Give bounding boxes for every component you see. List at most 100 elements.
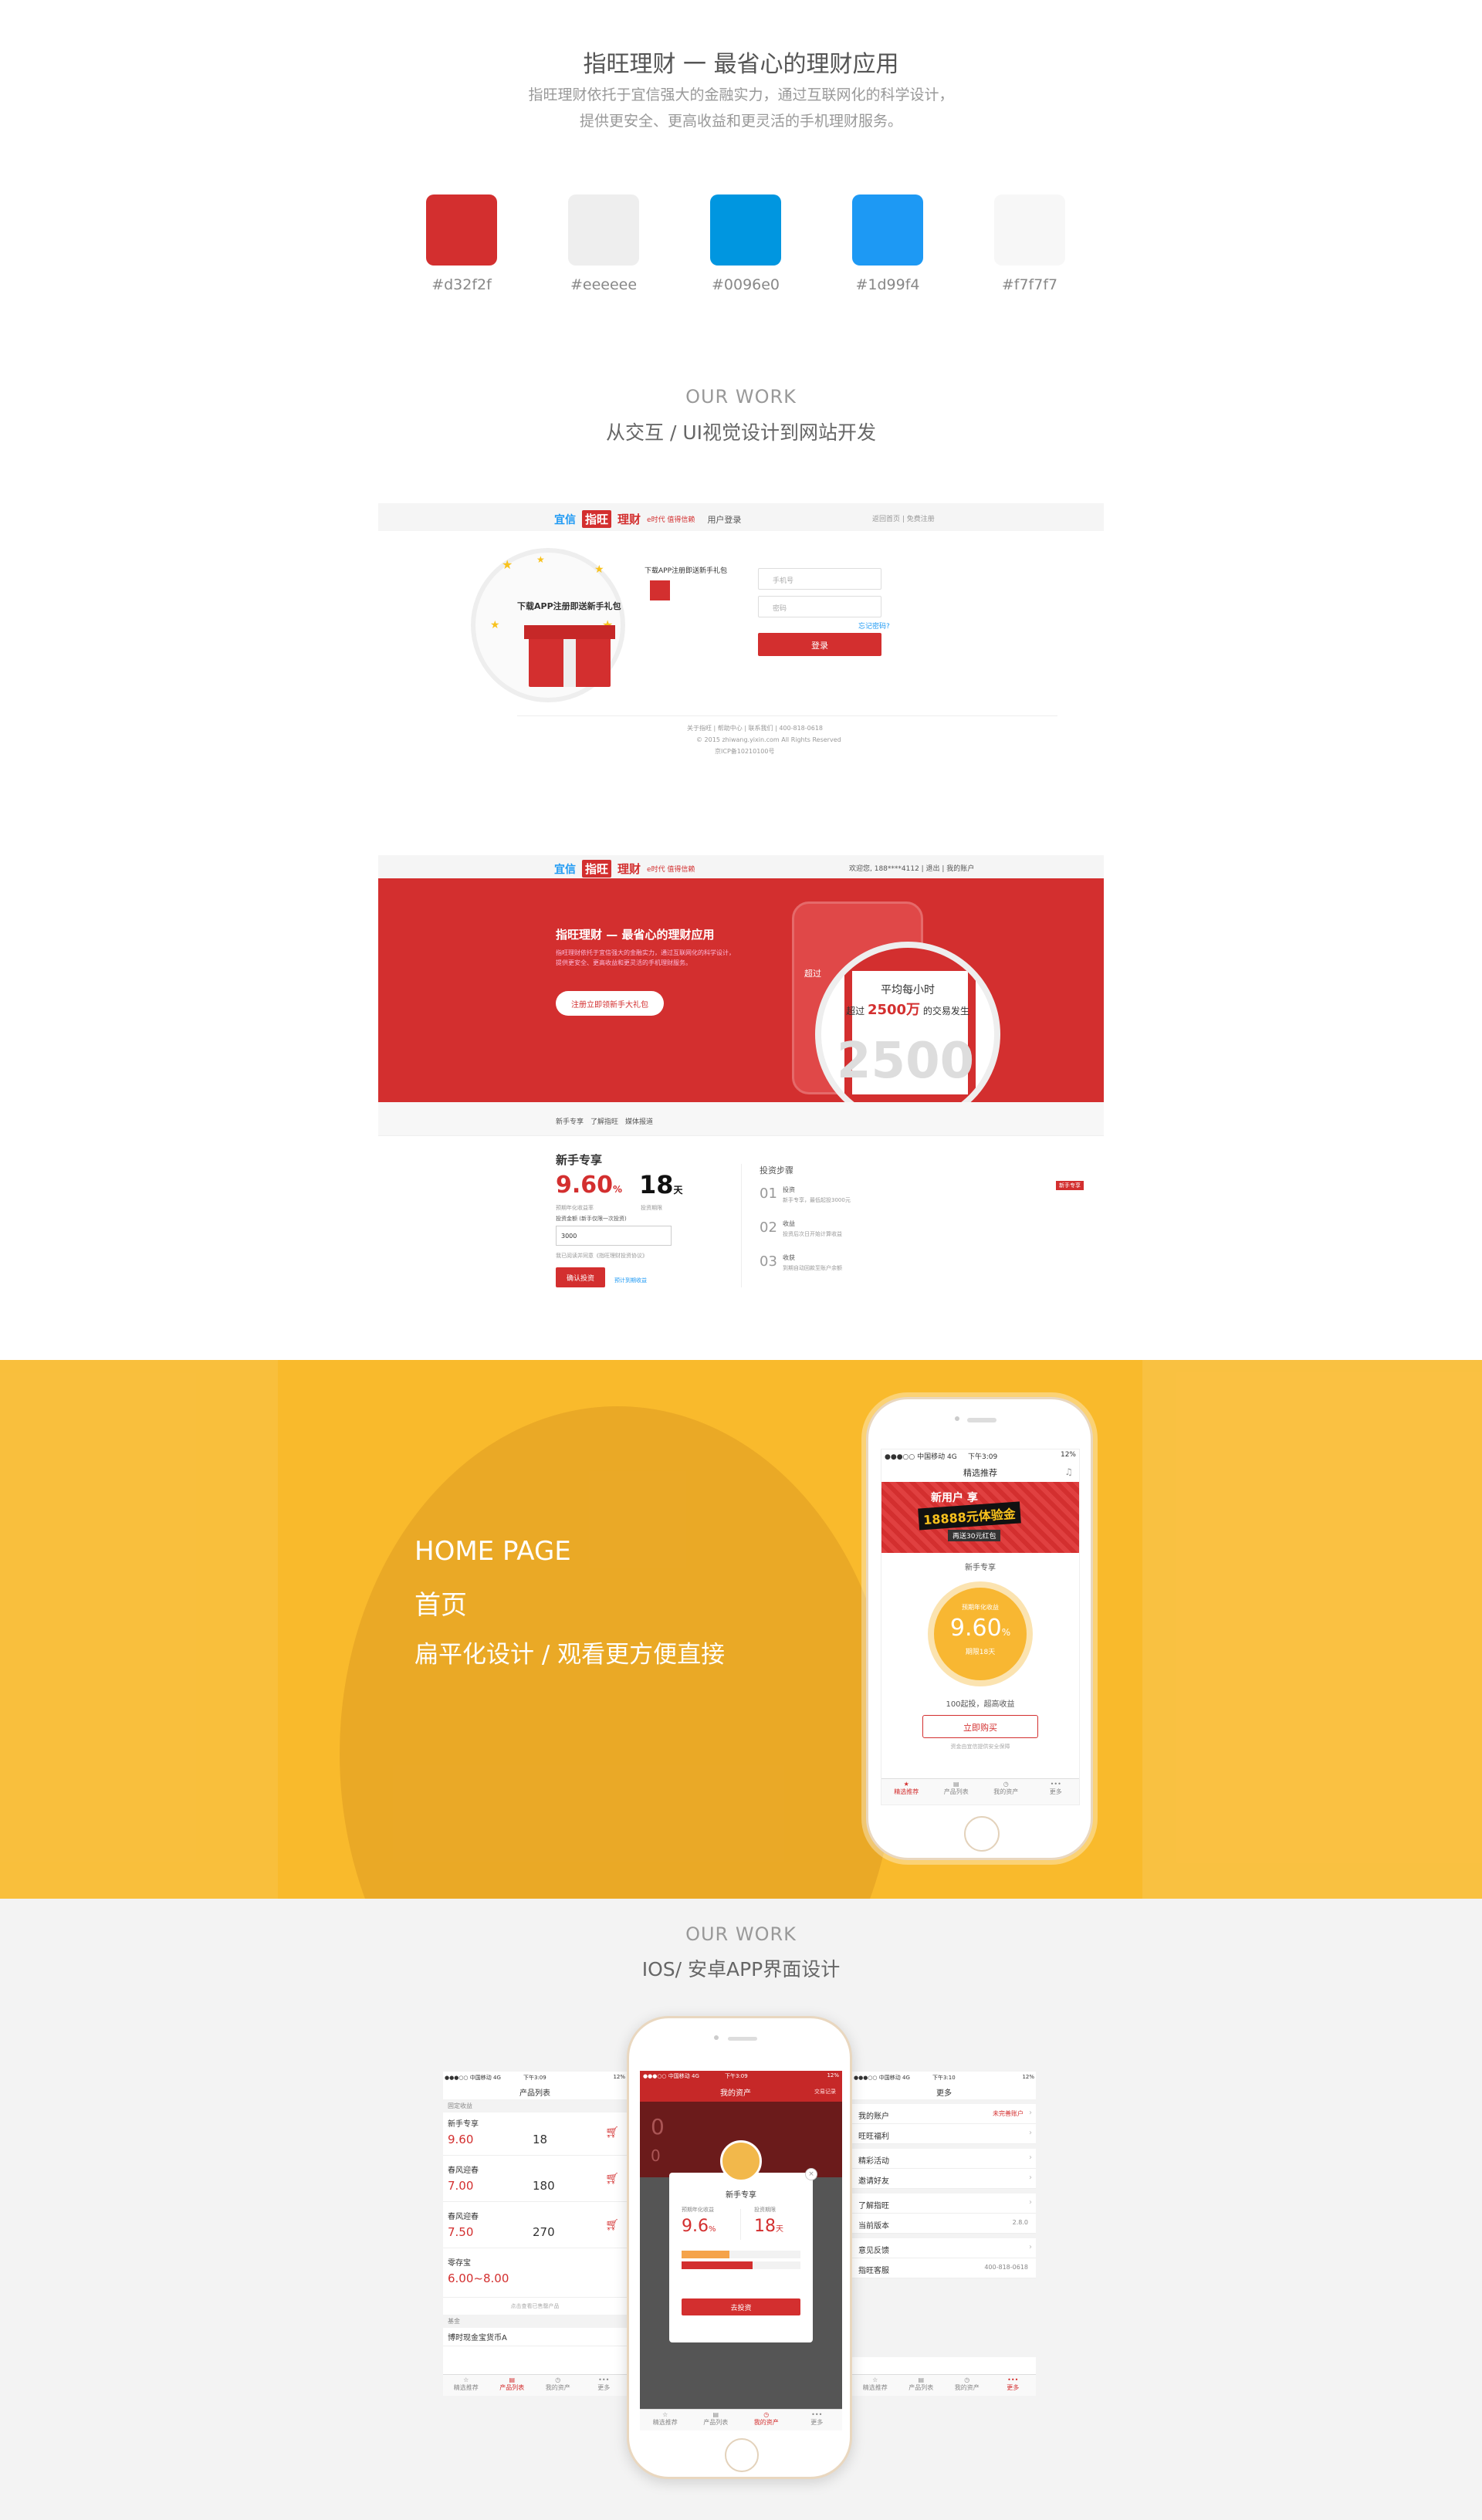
- tab-more[interactable]: ••• 更多: [581, 2375, 628, 2392]
- tab-assets[interactable]: ◷ 我的资产: [741, 2410, 792, 2427]
- tab-featured[interactable]: ☆ 精选推荐: [852, 2375, 898, 2392]
- product-name: 春风迎春: [448, 2213, 479, 2221]
- menu-item-account[interactable]: 我的账户 未完善账户 ›: [852, 2104, 1036, 2124]
- tab-more[interactable]: ••• 更多: [792, 2410, 843, 2427]
- tab-assets[interactable]: ◷ 我的资产: [981, 1779, 1031, 1796]
- gift-pack-button[interactable]: 注册立即领新手大礼包: [556, 991, 664, 1016]
- menu-item-feedback[interactable]: 意见反馈 ›: [852, 2238, 1036, 2258]
- small-gift-icon: [650, 580, 670, 600]
- clock: 下午3:09: [725, 2073, 748, 2079]
- tab-products[interactable]: ▤ 产品列表: [932, 1779, 982, 1796]
- records-link[interactable]: 交易记录: [814, 2088, 836, 2095]
- cart-icon[interactable]: 🛒︎: [605, 2126, 619, 2139]
- promo-banner[interactable]: 新用户 享 18888元体验金 再送30元红包: [881, 1482, 1079, 1553]
- progress-bar-1: [682, 2251, 800, 2258]
- product-row[interactable]: 春风迎春 7.00 180 🛒︎: [443, 2159, 627, 2202]
- more-icon: •••: [1007, 2376, 1019, 2383]
- hero-subtitle: 扁平化设计 / 观看更方便直接: [414, 1641, 726, 1669]
- hero-phone-screen: ●●●○○ 中国移动 4G 下午3:09 12% 精选推荐 ♫ 新用户 享 18…: [881, 1449, 1080, 1805]
- tab-assets[interactable]: ◷ 我的资产: [944, 2375, 990, 2392]
- tab-products[interactable]: ▤ 产品列表: [489, 2375, 536, 2392]
- popup-term-value: 18: [754, 2217, 776, 2236]
- fund-row[interactable]: 博时现金宝货币A: [443, 2328, 627, 2346]
- product-row[interactable]: 零存宝 6.00~8.00: [443, 2251, 627, 2298]
- yixin-logo: 宜信: [554, 513, 576, 526]
- login-button[interactable]: 登录: [758, 633, 881, 656]
- safety-note: 资金由宜信提供安全保障: [950, 1744, 1010, 1750]
- menu-item-welfare[interactable]: 旺旺福利 ›: [852, 2124, 1036, 2144]
- tab-products[interactable]: ▤ 产品列表: [691, 2410, 742, 2427]
- cart-icon[interactable]: 🛒︎: [605, 2173, 619, 2185]
- cart-icon[interactable]: 🛒︎: [605, 2219, 619, 2231]
- popup-rate: 9.6%: [682, 2217, 716, 2236]
- background-window-right: [1142, 1360, 1482, 1899]
- agree-checkbox[interactable]: 我已阅读并同意《指旺理财投资协议》: [556, 1252, 648, 1260]
- color-swatch-1: #d32f2f: [426, 194, 497, 293]
- menu-item-service[interactable]: 指旺客服 400-818-0618: [852, 2258, 1036, 2278]
- menu-item-invite[interactable]: 邀请好友 ›: [852, 2169, 1036, 2189]
- product-row[interactable]: 新手专享 9.60 18 🛒︎: [443, 2112, 627, 2156]
- close-icon[interactable]: ×: [805, 2168, 817, 2180]
- chevron-right-icon: ›: [1029, 2173, 1032, 2182]
- menu-item-version: 当前版本 2.8.0: [852, 2214, 1036, 2234]
- sub-nav-item-2[interactable]: 了解指旺: [590, 1116, 618, 1126]
- go-invest-button[interactable]: 去投资: [682, 2298, 800, 2315]
- menu-label: 邀请好友: [858, 2177, 889, 2186]
- sold-out-link[interactable]: 点击查看已售罄产品: [443, 2298, 627, 2315]
- product-name: 零存宝: [448, 2259, 471, 2268]
- bell-icon[interactable]: ♫: [1064, 1466, 1073, 1477]
- home-page-hero: HOME PAGE 首页 扁平化设计 / 观看更方便直接 ●●●○○ 中国移动 …: [0, 1360, 1482, 1899]
- star-icon: ★: [594, 563, 604, 576]
- product-row[interactable]: 春风迎春 7.50 270 🛒︎: [443, 2205, 627, 2248]
- rate-unit: %: [613, 1184, 623, 1195]
- newbie-rate: 9.60%: [556, 1172, 622, 1199]
- footer-divider: [517, 715, 1057, 716]
- phone-input[interactable]: 手机号: [758, 568, 881, 590]
- menu-item-about[interactable]: 了解指旺 ›: [852, 2194, 1036, 2214]
- star-icon: ☆: [872, 2376, 878, 2383]
- step-number: 01: [760, 1186, 777, 1202]
- footer-links[interactable]: 关于指旺 | 帮助中心 | 联系我们 | 400-818-0618: [687, 724, 823, 732]
- menu-label: 意见反馈: [858, 2247, 889, 2255]
- popup-term-label: 投资期限: [754, 2207, 776, 2213]
- home-button[interactable]: [964, 1816, 1000, 1852]
- top-links[interactable]: 返回首页 | 免费注册: [872, 513, 935, 523]
- menu-label: 精彩活动: [858, 2157, 889, 2166]
- menu-label: 了解指旺: [858, 2202, 889, 2210]
- sub-nav-item-1[interactable]: 新手专享: [556, 1116, 584, 1126]
- buy-now-button[interactable]: 立即购买: [922, 1715, 1038, 1738]
- carrier: ●●●○○ 中国移动 4G: [885, 1453, 957, 1461]
- assets-screen: ●●●○○ 中国移动 4G 下午3:09 12% 我的资产 交易记录 0 0 ×…: [640, 2071, 842, 2430]
- list-icon: ▤: [918, 2376, 925, 2383]
- menu-value: 400-818-0618: [984, 2264, 1028, 2271]
- tab-products[interactable]: ▤ 产品列表: [898, 2375, 945, 2392]
- assets-yesterday: 0: [651, 2146, 661, 2165]
- login-page-mock: 宜信 指旺 理财 e时代 值得信赖 用户登录 返回首页 | 免费注册 ★ ★ ★…: [378, 503, 1104, 781]
- hero-phone: ●●●○○ 中国移动 4G 下午3:09 12% 精选推荐 ♫ 新用户 享 18…: [866, 1397, 1093, 1860]
- forgot-password-link[interactable]: 忘记密码?: [858, 621, 890, 631]
- clock: 下午3:09: [968, 1453, 998, 1461]
- tab-featured[interactable]: ★ 精选推荐: [881, 1779, 932, 1796]
- tab-featured[interactable]: ☆ 精选推荐: [443, 2375, 489, 2392]
- hero-title-cn: 首页: [414, 1590, 467, 1621]
- tab-assets[interactable]: ◷ 我的资产: [535, 2375, 581, 2392]
- newbie-title: 新手专享: [556, 1153, 603, 1167]
- days-unit: 天: [673, 1185, 683, 1196]
- tab-more[interactable]: ••• 更多: [1031, 1779, 1080, 1796]
- sub-nav-item-3[interactable]: 媒体报道: [625, 1116, 653, 1126]
- top-user-links[interactable]: 欢迎您, 188****4112 | 退出 | 我的账户: [849, 863, 974, 873]
- swatch-color: [710, 194, 781, 266]
- tab-label: 产品列表: [943, 1788, 969, 1795]
- gift-text: 下载APP注册即送新手礼包: [517, 601, 621, 611]
- home-button[interactable]: [725, 2438, 759, 2472]
- step-number: 02: [760, 1219, 777, 1236]
- amount-input[interactable]: 3000: [556, 1226, 672, 1246]
- battery: 12%: [613, 2074, 625, 2080]
- password-input[interactable]: 密码: [758, 596, 881, 617]
- confirm-invest-button[interactable]: 确认投资: [556, 1267, 605, 1287]
- popup-term: 18天: [754, 2217, 783, 2236]
- tab-featured[interactable]: ☆ 精选推荐: [640, 2410, 691, 2427]
- menu-item-events[interactable]: 精彩活动 ›: [852, 2149, 1036, 2169]
- tab-more[interactable]: ••• 更多: [990, 2375, 1037, 2392]
- menu-value: 未完善账户: [993, 2110, 1024, 2117]
